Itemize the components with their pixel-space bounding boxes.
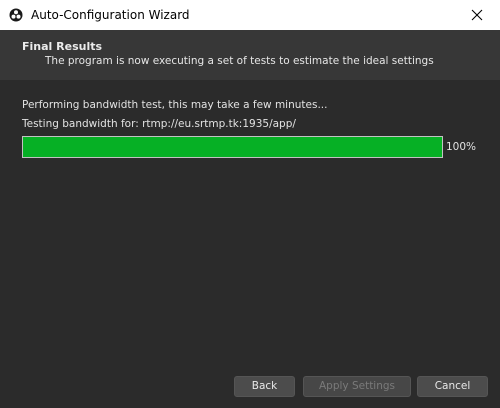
- window-title: Auto-Configuration Wizard: [31, 8, 190, 22]
- status-text-server: Testing bandwidth for: rtmp://eu.srtmp.t…: [22, 118, 296, 130]
- obs-logo-icon: [9, 8, 23, 22]
- page-subtitle: The program is now executing a set of te…: [45, 55, 434, 67]
- progress-percent: 100%: [446, 141, 477, 153]
- close-button[interactable]: [454, 0, 500, 30]
- title-bar: Auto-Configuration Wizard: [0, 0, 500, 30]
- apply-settings-button[interactable]: Apply Settings: [303, 376, 411, 397]
- close-icon: [471, 9, 483, 21]
- cancel-button[interactable]: Cancel: [417, 376, 488, 397]
- back-button[interactable]: Back: [234, 376, 295, 397]
- progress-bar: [22, 136, 443, 158]
- status-text-bandwidth: Performing bandwidth test, this may take…: [22, 99, 328, 111]
- page-title: Final Results: [22, 40, 103, 53]
- progress-bar-fill: [23, 137, 442, 157]
